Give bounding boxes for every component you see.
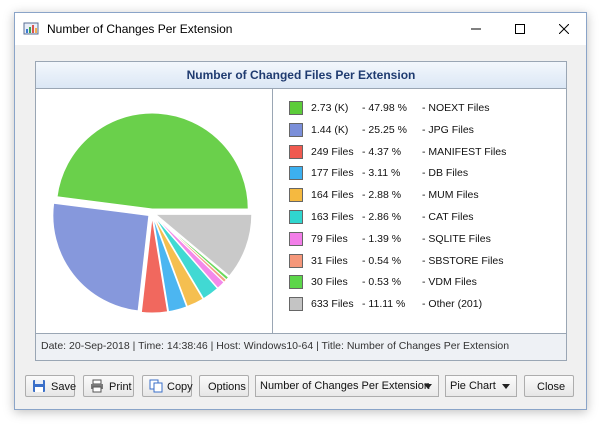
close-button[interactable]: Close [524,375,574,397]
legend-percent: - 11.11 % [362,298,406,311]
legend-percent: - 2.86 % [362,211,402,223]
options-label: Options [208,381,246,393]
legend-label: - VDM Files [422,276,477,289]
report-select-value: Number of Changes Per Extension [260,380,430,392]
title-bar: Number of Changes Per Extension [15,13,586,45]
legend-label: - NOEXT Files [422,102,490,114]
legend-swatch [289,188,303,203]
legend-label: - CAT Files [422,211,474,223]
legend-value: 164 Files [311,189,354,202]
maximize-icon [515,24,525,34]
maximize-button[interactable] [498,13,542,45]
copy-button[interactable]: Copy [142,375,193,397]
chart-type-select-value: Pie Chart [450,380,496,392]
legend-percent: - 2.88 % [362,189,402,202]
legend-percent: - 0.53 % [362,276,402,289]
legend-swatch [289,210,303,224]
legend-label: - DB Files [422,167,469,180]
legend-value: 633 Files [311,298,354,311]
legend-value: 79 Files [311,232,348,245]
legend-label: - Other (201) [422,298,483,311]
legend-percent: - 4.37 % [362,145,402,158]
chart-window-icon [23,22,39,35]
legend-percent: - 0.54 % [362,254,402,267]
printer-icon [91,379,103,393]
minimize-icon [471,28,481,30]
legend-percent: - 1.39 % [362,232,402,245]
minimize-button[interactable] [454,13,498,45]
legend-swatch [289,253,303,268]
floppy-disk-icon [33,380,45,392]
options-button[interactable]: Options [199,375,249,397]
legend-item: 1.44 (K) - 25.25 % - JPG Files [289,122,559,137]
legend-item: 31 Files - 0.54 % - SBSTORE Files [289,253,559,268]
legend-swatch [289,275,303,290]
legend-item: 30 Files - 0.53 % - VDM Files [289,275,559,290]
bottom-toolbar: Save Print Copy Options Number of Change… [15,375,586,399]
window-title: Number of Changes Per Extension [47,22,233,36]
legend-swatch [289,297,303,312]
legend-swatch [289,122,303,137]
legend-item: 177 Files - 3.11 % - DB Files [289,166,559,181]
legend-item: 633 Files - 11.11 % - Other (201) [289,297,559,312]
chart-title: Number of Changed Files Per Extension [36,62,566,89]
legend-label: - MUM Files [422,189,479,202]
close-icon [559,24,569,34]
legend-swatch [289,166,303,181]
legend-label: - SBSTORE Files [422,254,504,267]
legend-percent: - 47.98 % [362,102,407,114]
print-label: Print [109,381,132,393]
report-select[interactable]: Number of Changes Per Extension [255,375,439,397]
legend-percent: - 3.11 % [362,167,401,180]
legend-item: 79 Files - 1.39 % - SQLITE Files [289,231,559,246]
status-bar: Date: 20-Sep-2018 | Time: 14:38:46 | Hos… [36,333,566,360]
legend-item: 163 Files - 2.86 % - CAT Files [289,210,559,224]
copy-icon [149,379,163,393]
chart-legend: 2.73 (K) - 47.98 % - NOEXT Files 1.44 (K) - … [273,89,566,333]
report-window: Number of Changes Per Extension Number o… [14,12,587,410]
legend-swatch [289,231,303,246]
pie-chart [52,112,253,314]
legend-value: 177 Files [311,167,354,180]
legend-value: 30 Files [311,276,348,289]
legend-label: - SQLITE Files [422,232,491,245]
legend-label: - MANIFEST Files [422,145,507,158]
chart-panel: Number of Changed Files Per Extension 2.… [35,61,567,361]
pie-chart-area [36,89,273,333]
close-label: Close [537,381,566,393]
legend-value: 31 Files [311,254,348,267]
legend-swatch [289,101,303,115]
legend-item: 2.73 (K) - 47.98 % - NOEXT Files [289,101,559,115]
copy-label: Copy [167,381,193,393]
legend-value: 1.44 (K) [311,123,349,136]
chart-type-select[interactable]: Pie Chart [445,375,517,397]
save-label: Save [51,381,77,393]
save-button[interactable]: Save [25,375,77,397]
close-window-button[interactable] [542,13,586,45]
legend-item: 164 Files - 2.88 % - MUM Files [289,188,559,203]
legend-label: - JPG Files [422,123,474,136]
print-button[interactable]: Print [83,375,134,397]
pie-slice-highlight [57,112,249,209]
legend-value: 163 Files [311,211,354,223]
legend-percent: - 25.25 % [362,123,407,136]
legend-value: 2.73 (K) [311,102,349,114]
pie-slice-highlight [52,203,149,312]
chevron-down-icon [502,384,510,389]
legend-value: 249 Files [311,145,354,158]
chevron-down-icon [424,384,432,389]
legend-item: 249 Files - 4.37 % - MANIFEST Files [289,144,559,159]
legend-swatch [289,144,303,159]
